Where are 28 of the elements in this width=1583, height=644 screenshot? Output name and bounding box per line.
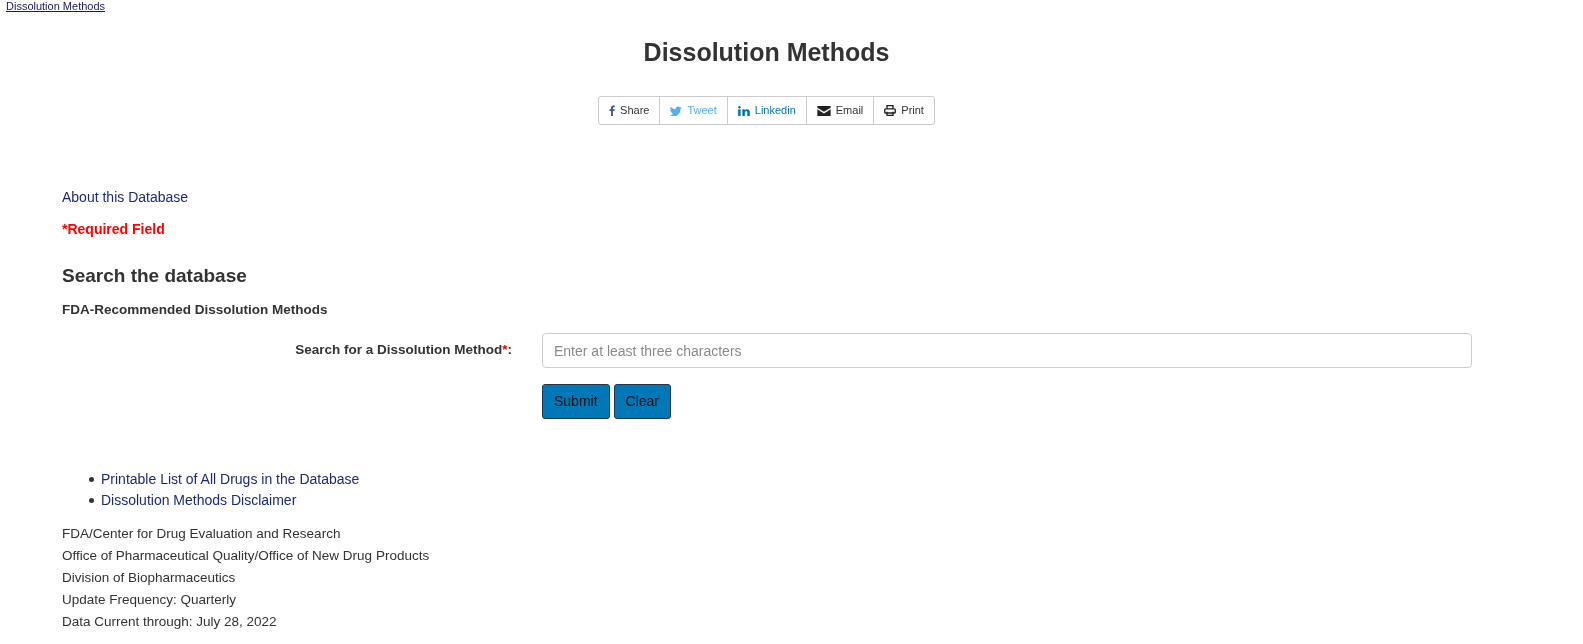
linkedin-icon [737, 105, 750, 116]
list-link[interactable]: Printable List of All Drugs in the Database [101, 469, 360, 490]
share-button[interactable]: Email [805, 97, 874, 124]
form-button[interactable]: Submit [542, 384, 610, 419]
printer-icon [884, 105, 897, 116]
section-heading: Search the database [62, 264, 247, 288]
share-button[interactable]: Linkedin [726, 97, 806, 124]
contact-line: Update Frequency: Quarterly [62, 591, 237, 609]
search-field[interactable]: Enter at least three characters [542, 333, 1472, 368]
field-label: Search for a Dissolution Method*: [295, 341, 512, 360]
breadcrumb-link[interactable]: Dissolution Methods [6, 0, 106, 12]
envelope-icon [816, 105, 831, 116]
contact-line: Office of Pharmaceutical Quality/Office of New Drug Products [62, 547, 430, 565]
share-button[interactable]: Share [599, 97, 660, 124]
subheading: FDA-Recommended Dissolution Methods [62, 301, 328, 319]
contact-line: Data Current through: July 28, 2022 [62, 613, 277, 631]
form-button[interactable]: Clear [613, 384, 672, 419]
page-title: Dissolution Methods [643, 37, 890, 67]
bullet-icon [89, 498, 94, 503]
contact-line: FDA/Center for Drug Evaluation and Research [62, 525, 341, 543]
list-link[interactable]: Dissolution Methods Disclaimer [101, 490, 297, 511]
contact-line: Division of Biopharmaceutics [62, 569, 236, 587]
required-note: *Required Field [62, 220, 165, 239]
twitter-bird-icon [670, 105, 683, 116]
bullet-icon [89, 477, 94, 482]
share-button[interactable]: Print [873, 97, 934, 124]
about-link[interactable]: About this Database [62, 187, 189, 207]
facebook-icon [609, 105, 616, 116]
